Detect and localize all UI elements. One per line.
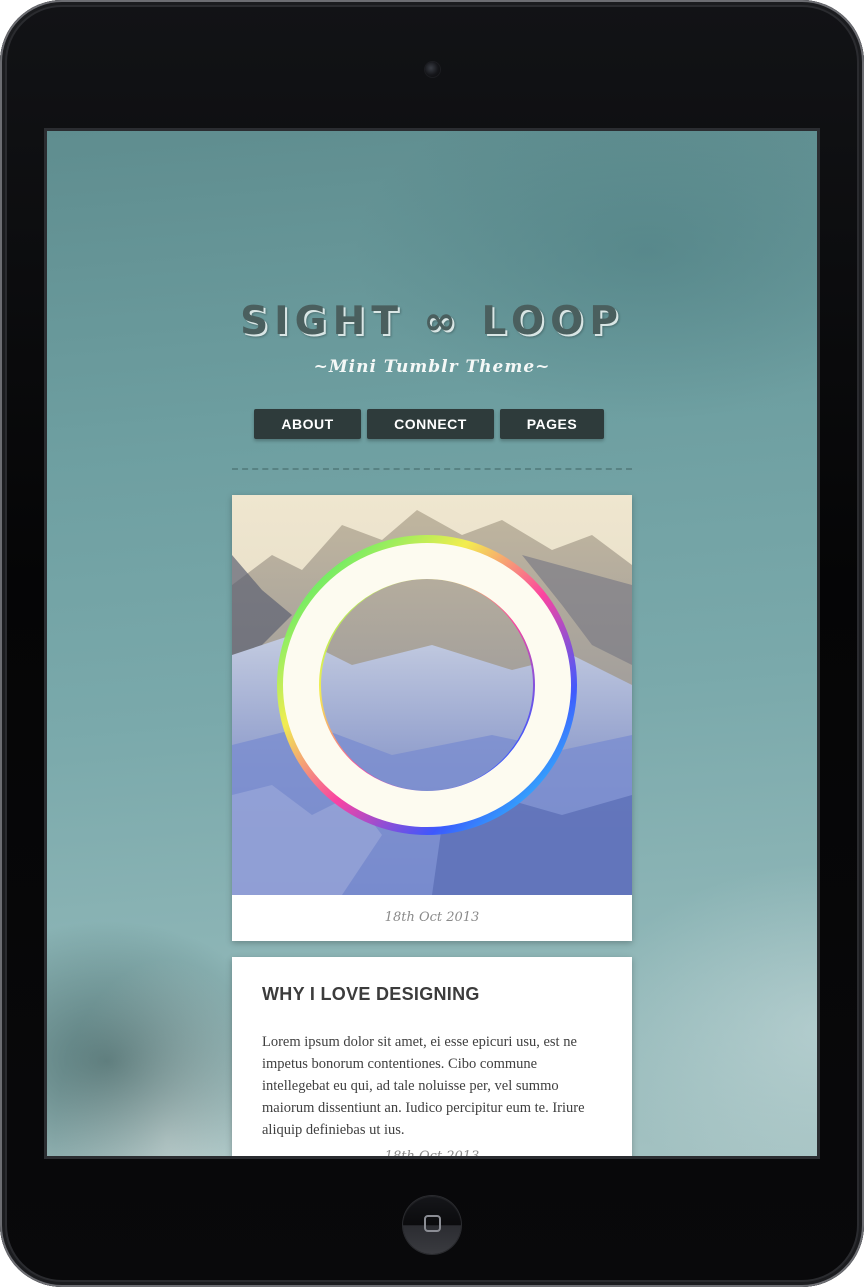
- camera-icon: [425, 62, 440, 77]
- home-button-icon: [424, 1215, 441, 1232]
- site-subtitle: ~Mini Tumblr Theme~: [313, 357, 551, 377]
- text-post-body: Lorem ipsum dolor sit amet, ei esse epic…: [262, 1034, 585, 1138]
- main-navigation: ABOUT CONNECT PAGES: [47, 409, 817, 439]
- text-post-title[interactable]: WHY I LOVE DESIGNING: [262, 984, 480, 1005]
- snowy-mountain-loop-image: [232, 495, 632, 895]
- header-divider: [232, 468, 632, 470]
- photo-post-date[interactable]: 18th Oct 2013: [232, 895, 632, 941]
- tumblr-theme-screen[interactable]: SIGHT ∞ LOOP ~Mini Tumblr Theme~ ABOUT C…: [44, 128, 820, 1159]
- text-post-date[interactable]: 18th Oct 2013: [232, 1149, 632, 1156]
- nav-pages-button[interactable]: PAGES: [500, 409, 604, 439]
- home-button[interactable]: [403, 1196, 461, 1254]
- photo-post: 18th Oct 2013: [232, 495, 632, 941]
- post-photo-image[interactable]: [232, 495, 632, 895]
- site-title[interactable]: SIGHT ∞ LOOP: [47, 299, 817, 344]
- nav-connect-button[interactable]: CONNECT: [367, 409, 494, 439]
- nav-about-button[interactable]: ABOUT: [254, 409, 361, 439]
- text-post: WHY I LOVE DESIGNING Lorem ipsum dolor s…: [232, 957, 632, 1156]
- ipad-device-frame: SIGHT ∞ LOOP ~Mini Tumblr Theme~ ABOUT C…: [0, 0, 864, 1287]
